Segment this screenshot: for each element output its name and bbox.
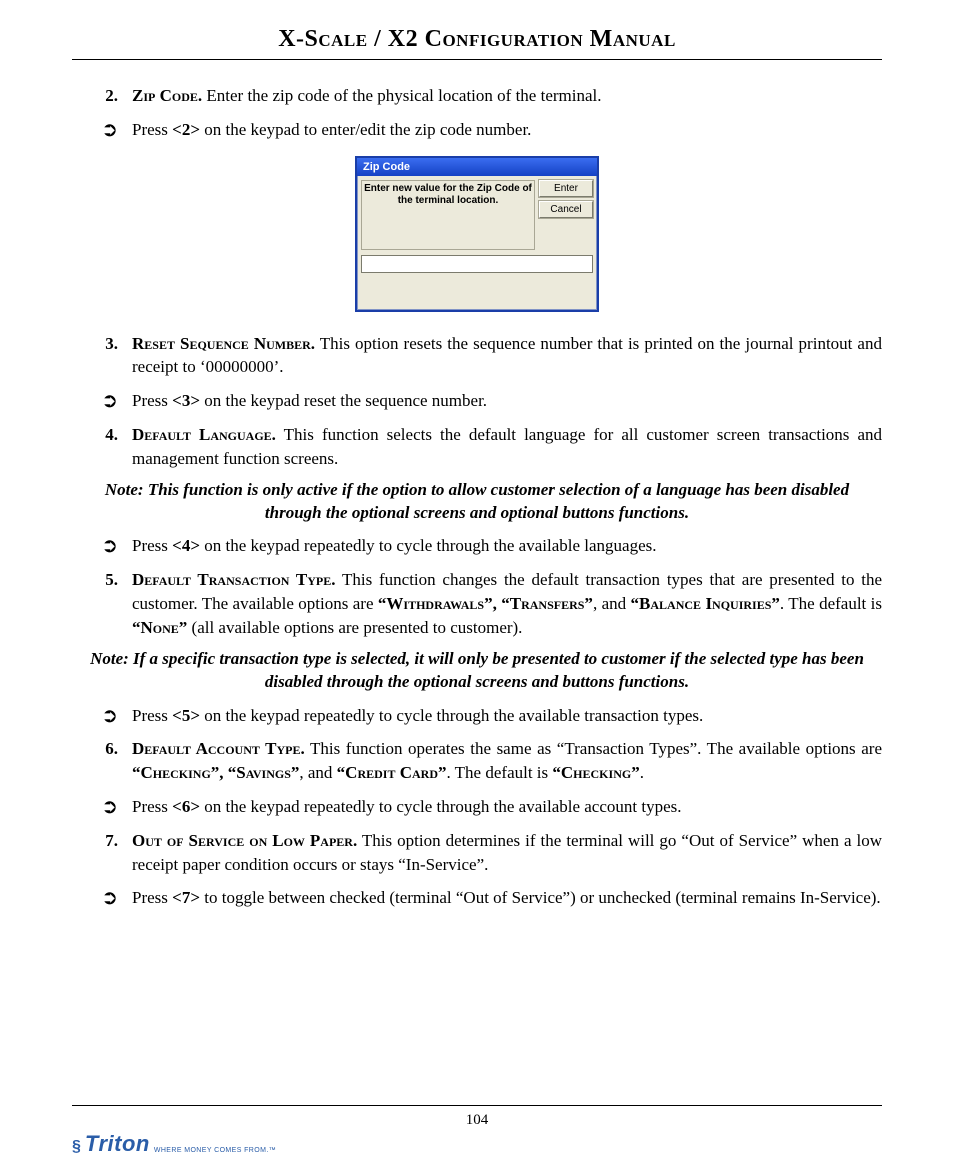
note-5: Note: If a specific transaction type is …: [78, 648, 876, 694]
key-label: <5>: [172, 706, 200, 725]
txt: , and: [593, 594, 631, 613]
item-heading: Default Account Type.: [132, 739, 305, 758]
item-heading: Default Transaction Type.: [132, 570, 336, 589]
page-title: X-Scale / X2 Configuration Manual: [72, 26, 882, 53]
item-7: 7. Out of Service on Low Paper. This opt…: [72, 829, 882, 877]
title-rule: [72, 59, 882, 60]
item-text: Enter the zip code of the physical locat…: [202, 86, 601, 105]
arrow-icon: ➲: [72, 118, 132, 142]
brand-logo: § Triton WHERE MONEY COMES FROM.™: [72, 1131, 276, 1157]
opt: “Checking”, “Savings”: [132, 763, 299, 782]
txt: This function operates the same as “Tran…: [305, 739, 882, 758]
key-label: <2>: [172, 120, 200, 139]
item-body: Default Transaction Type. This function …: [132, 568, 882, 639]
key-label: <7>: [172, 888, 200, 907]
instruction-row: ➲ Press <7> to toggle between checked (t…: [72, 886, 882, 910]
arrow-icon: ➲: [72, 389, 132, 413]
cancel-button[interactable]: Cancel: [539, 201, 593, 218]
page-number: 104: [72, 1112, 882, 1129]
brand-tagline: WHERE MONEY COMES FROM.™: [154, 1147, 276, 1157]
zip-code-input[interactable]: [361, 255, 593, 273]
item-4: 4. Default Language. This function selec…: [72, 423, 882, 471]
item-number: 2.: [72, 84, 132, 108]
page-footer: 104 § Triton WHERE MONEY COMES FROM.™: [72, 1105, 882, 1129]
arrow-icon: ➲: [72, 795, 132, 819]
instruction-row: ➲ Press <2> on the keypad to enter/edit …: [72, 118, 882, 142]
instruction-text: Press <2> on the keypad to enter/edit th…: [132, 118, 882, 142]
key-label: <3>: [172, 391, 200, 410]
item-2: 2. Zip Code. Enter the zip code of the p…: [72, 84, 882, 108]
dialog-input-area: [357, 254, 597, 310]
item-body: Out of Service on Low Paper. This option…: [132, 829, 882, 877]
instruction-row: ➲ Press <4> on the keypad repeatedly to …: [72, 534, 882, 558]
instruction-text: Press <7> to toggle between checked (ter…: [132, 886, 882, 910]
txt: . The default is: [446, 763, 552, 782]
item-body: Default Language. This function selects …: [132, 423, 882, 471]
dialog-body: Enter new value for the Zip Code of the …: [357, 176, 597, 254]
instruction-text: Press <3> on the keypad reset the sequen…: [132, 389, 882, 413]
arrow-icon: ➲: [72, 704, 132, 728]
item-number: 5.: [72, 568, 132, 639]
dialog-figure: Zip Code Enter new value for the Zip Cod…: [72, 156, 882, 312]
item-body: Reset Sequence Number. This option reset…: [132, 332, 882, 380]
item-6: 6. Default Account Type. This function o…: [72, 737, 882, 785]
brand-name: Triton: [85, 1131, 150, 1157]
instruction-text: Press <6> on the keypad repeatedly to cy…: [132, 795, 882, 819]
txt: . The default is: [780, 594, 882, 613]
opt: “Checking”: [552, 763, 639, 782]
dialog-buttons: Enter Cancel: [539, 180, 593, 250]
instruction-row: ➲ Press <3> on the keypad reset the sequ…: [72, 389, 882, 413]
opt: “None”: [132, 618, 187, 637]
dialog-titlebar: Zip Code: [357, 158, 597, 176]
item-heading: Default Language.: [132, 425, 276, 444]
item-3: 3. Reset Sequence Number. This option re…: [72, 332, 882, 380]
item-5: 5. Default Transaction Type. This functi…: [72, 568, 882, 639]
arrow-icon: ➲: [72, 534, 132, 558]
enter-button[interactable]: Enter: [539, 180, 593, 197]
item-heading: Reset Sequence Number.: [132, 334, 315, 353]
instruction-text: Press <4> on the keypad repeatedly to cy…: [132, 534, 882, 558]
key-label: <4>: [172, 536, 200, 555]
txt: (all available options are presented to …: [187, 618, 522, 637]
item-number: 7.: [72, 829, 132, 877]
item-number: 3.: [72, 332, 132, 380]
instruction-row: ➲ Press <6> on the keypad repeatedly to …: [72, 795, 882, 819]
txt: .: [640, 763, 644, 782]
item-number: 6.: [72, 737, 132, 785]
instruction-row: ➲ Press <5> on the keypad repeatedly to …: [72, 704, 882, 728]
logo-icon: §: [72, 1138, 81, 1156]
note-4: Note: This function is only active if th…: [78, 479, 876, 525]
item-number: 4.: [72, 423, 132, 471]
item-body: Default Account Type. This function oper…: [132, 737, 882, 785]
arrow-icon: ➲: [72, 886, 132, 910]
manual-page: X-Scale / X2 Configuration Manual 2. Zip…: [0, 0, 954, 1159]
item-heading: Out of Service on Low Paper.: [132, 831, 357, 850]
opt: “Withdrawals”, “Transfers”: [378, 594, 593, 613]
key-label: <6>: [172, 797, 200, 816]
opt: “Credit Card”: [337, 763, 447, 782]
dialog-message: Enter new value for the Zip Code of the …: [361, 180, 535, 250]
item-heading: Zip Code.: [132, 86, 202, 105]
instruction-text: Press <5> on the keypad repeatedly to cy…: [132, 704, 882, 728]
footer-rule: [72, 1105, 882, 1106]
txt: , and: [299, 763, 336, 782]
item-body: Zip Code. Enter the zip code of the phys…: [132, 84, 882, 108]
zip-code-dialog: Zip Code Enter new value for the Zip Cod…: [355, 156, 599, 312]
opt: “Balance Inquiries”: [631, 594, 780, 613]
